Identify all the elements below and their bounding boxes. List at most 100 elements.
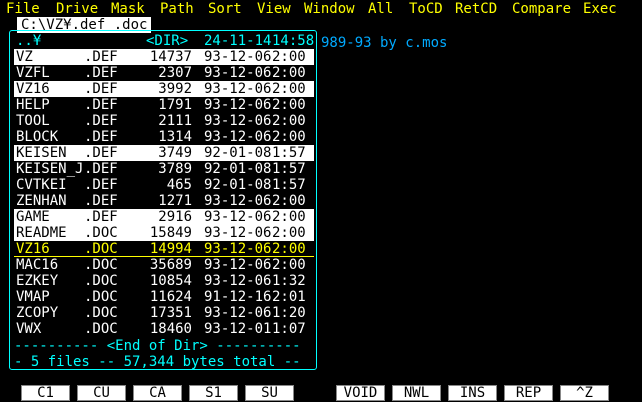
- file-name: ZCOPY: [16, 305, 59, 321]
- file-ext: .DEF: [84, 113, 118, 129]
- parent-dir-tag: <DIR>: [146, 33, 189, 49]
- file-time: 1:57: [272, 177, 306, 193]
- file-date: 92-01-08: [204, 161, 272, 177]
- menu-sort[interactable]: Sort: [208, 1, 242, 17]
- file-row[interactable]: VZ16 .DEF 3992 93-12-06 2:00: [14, 81, 314, 97]
- file-name: VMAP: [16, 289, 50, 305]
- file-row[interactable]: KEISEN_J .DEF 3789 92-01-08 1:57: [14, 161, 314, 177]
- fkey-rep-button[interactable]: REP: [504, 385, 553, 401]
- fkey-su-button[interactable]: SU: [245, 385, 294, 401]
- file-date: 93-12-06: [204, 97, 272, 113]
- file-date: 93-12-06: [204, 273, 272, 289]
- parent-dir-name: ..¥: [16, 33, 42, 49]
- file-date: 93-12-06: [204, 113, 272, 129]
- file-row[interactable]: EZKEY .DOC 10854 93-12-06 1:32: [14, 273, 314, 289]
- file-row[interactable]: ZENHAN .DEF 1271 93-12-06 2:00: [14, 193, 314, 209]
- menu-bar: File Drive Mask Path Sort View Window All ToCD Re…: [0, 0, 642, 18]
- file-time: 2:00: [272, 97, 306, 113]
- file-size: 1314: [158, 129, 192, 145]
- file-name: CVTKEI: [16, 177, 67, 193]
- file-row[interactable]: MAC16 .DOC 35689 93-12-06 2:00: [14, 257, 314, 273]
- file-ext: .DEF: [84, 209, 118, 225]
- fkey-z-button[interactable]: ^Z: [560, 385, 609, 401]
- file-row[interactable]: ZCOPY .DOC 17351 93-12-06 1:20: [14, 305, 314, 321]
- file-size: 11624: [149, 289, 192, 305]
- file-date: 93-12-06: [204, 193, 272, 209]
- file-name: VZFL: [16, 65, 50, 81]
- menu-path[interactable]: Path: [160, 1, 194, 17]
- file-name: VZ: [16, 49, 33, 65]
- menu-exec[interactable]: Exec: [583, 1, 617, 17]
- file-time: 2:00: [272, 129, 306, 145]
- file-time: 2:00: [272, 49, 306, 65]
- file-row[interactable]: README .DOC 15849 93-12-06 2:00: [14, 225, 314, 241]
- menu-file[interactable]: File: [6, 1, 40, 17]
- file-ext: .DEF: [84, 65, 118, 81]
- file-row[interactable]: TOOL .DEF 2111 93-12-06 2:00: [14, 113, 314, 129]
- file-row[interactable]: HELP .DEF 1791 93-12-06 2:00: [14, 97, 314, 113]
- fkey-ca-button[interactable]: CA: [133, 385, 182, 401]
- file-name: VZ16: [16, 81, 50, 97]
- file-date: 92-01-08: [204, 177, 272, 193]
- fkey-c1-button[interactable]: C1: [21, 385, 70, 401]
- menu-window[interactable]: Window: [304, 1, 355, 17]
- file-summary: - 5 files -- 57,344 bytes total --: [14, 354, 301, 370]
- file-size: 465: [166, 177, 192, 193]
- menu-tocd[interactable]: ToCD: [409, 1, 443, 17]
- file-row[interactable]: VZFL .DEF 2307 93-12-06 2:00: [14, 65, 314, 81]
- parent-dir-time: 14:58: [272, 33, 315, 49]
- file-name: GAME: [16, 209, 50, 225]
- fkey-void-button[interactable]: VOID: [336, 385, 385, 401]
- file-time: 2:00: [272, 113, 306, 129]
- file-size: 14994: [149, 241, 192, 257]
- file-time: 1:32: [272, 273, 306, 289]
- file-name: VWX: [16, 321, 42, 337]
- file-time: 1:07: [272, 321, 306, 337]
- file-name: BLOCK: [16, 129, 59, 145]
- file-row[interactable]: VZ16 .DOC 14994 93-12-06 2:00: [14, 241, 314, 257]
- file-row[interactable]: BLOCK .DEF 1314 93-12-06 2:00: [14, 129, 314, 145]
- file-time: 2:00: [272, 65, 306, 81]
- file-size: 17351: [149, 305, 192, 321]
- file-time: 1:57: [272, 145, 306, 161]
- end-of-dir: ---------- <End of Dir> ----------: [14, 338, 301, 354]
- file-size: 14737: [149, 49, 192, 65]
- file-size: 3749: [158, 145, 192, 161]
- file-ext: .DEF: [84, 161, 118, 177]
- file-time: 2:00: [272, 225, 306, 241]
- file-time: 2:00: [272, 193, 306, 209]
- menu-all[interactable]: All: [368, 1, 393, 17]
- file-ext: .DEF: [84, 177, 118, 193]
- file-row[interactable]: GAME .DEF 2916 93-12-06 2:00: [14, 209, 314, 225]
- file-row[interactable]: CVTKEI .DEF 465 92-01-08 1:57: [14, 177, 314, 193]
- menu-view[interactable]: View: [257, 1, 291, 17]
- file-date: 93-12-06: [204, 225, 272, 241]
- menu-compare[interactable]: Compare: [512, 1, 571, 17]
- file-name: README: [16, 225, 67, 241]
- menu-mask[interactable]: Mask: [111, 1, 145, 17]
- file-time: 2:00: [272, 209, 306, 225]
- file-size: 3992: [158, 81, 192, 97]
- file-name: ZENHAN: [16, 193, 67, 209]
- file-date: 93-12-06: [204, 209, 272, 225]
- file-ext: .DEF: [84, 81, 118, 97]
- file-row[interactable]: VWX .DOC 18460 93-12-01 1:07: [14, 321, 314, 337]
- fkey-ins-button[interactable]: INS: [448, 385, 497, 401]
- file-size: 2307: [158, 65, 192, 81]
- menu-drive[interactable]: Drive: [56, 1, 98, 17]
- file-size: 3789: [158, 161, 192, 177]
- file-row[interactable]: KEISEN .DEF 3749 92-01-08 1:57: [14, 145, 314, 161]
- function-key-bar: C1 CU CA S1 SU VOID NWL INS REP ^Z: [0, 383, 642, 402]
- file-ext: .DOC: [84, 289, 118, 305]
- fkey-nwl-button[interactable]: NWL: [392, 385, 441, 401]
- file-ext: .DEF: [84, 97, 118, 113]
- file-time: 1:57: [272, 161, 306, 177]
- menu-retcd[interactable]: RetCD: [455, 1, 497, 17]
- file-date: 91-12-16: [204, 289, 272, 305]
- file-row[interactable]: VMAP .DOC 11624 91-12-16 2:01: [14, 289, 314, 305]
- parent-dir-row[interactable]: ..¥ <DIR> 24-11-14 14:58: [14, 33, 314, 49]
- fkey-cu-button[interactable]: CU: [77, 385, 126, 401]
- file-row[interactable]: VZ .DEF 14737 93-12-06 2:00: [14, 49, 314, 65]
- file-ext: .DOC: [84, 273, 118, 289]
- fkey-s1-button[interactable]: S1: [189, 385, 238, 401]
